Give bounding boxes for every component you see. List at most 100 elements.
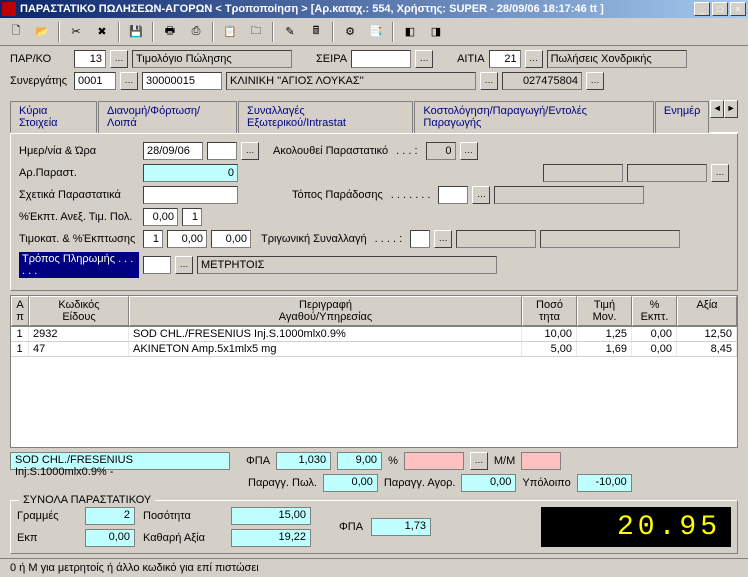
totals-fpa-label: ΦΠΑ — [339, 521, 363, 533]
tab-intra[interactable]: Συναλλαγές Εξωτερικού/Intrastat — [238, 101, 413, 133]
aitia-input[interactable] — [489, 50, 521, 68]
table-row: 1 2932 SOD CHL./FRESENIUS Inj.S.1000mlx0… — [11, 327, 737, 342]
tropos-label: Τρόπος Πληρωμής . . . . . . — [19, 252, 139, 278]
ypol: -10,00 — [577, 474, 632, 492]
seira-lookup[interactable]: … — [415, 50, 433, 68]
syn-lookup[interactable]: … — [120, 72, 138, 90]
tool1-icon[interactable]: ⚙ — [338, 21, 362, 43]
open-icon[interactable]: 📂 — [30, 21, 54, 43]
ekpt-anex2-input[interactable] — [182, 208, 202, 226]
col-price[interactable]: Τιμή Μον. — [577, 296, 632, 326]
arparast-input[interactable] — [143, 164, 238, 182]
pct-label: % — [388, 455, 398, 467]
topos-lookup[interactable]: … — [472, 186, 490, 204]
timokat3-input[interactable] — [211, 230, 251, 248]
tabs: Κύρια Στοιχεία Διανομή/Φόρτωση/Λοιπά Συν… — [10, 100, 738, 133]
new-icon[interactable]: 🗋 — [4, 21, 28, 43]
topos-input[interactable] — [438, 186, 468, 204]
syn-phone-btn[interactable]: … — [586, 72, 604, 90]
syn-code-input[interactable] — [74, 72, 116, 90]
seira-label: ΣΕΙΡΑ — [316, 53, 347, 65]
ekp-label: Εκπ — [17, 532, 77, 544]
time-input[interactable] — [207, 142, 237, 160]
mm-field — [521, 452, 561, 470]
tropos-code[interactable] — [143, 256, 171, 274]
tool2-icon[interactable]: 📑 — [364, 21, 388, 43]
parag: 0,00 — [461, 474, 516, 492]
date-label: Ημερ/νία & Ώρα — [19, 145, 139, 157]
date-lookup[interactable]: … — [241, 142, 259, 160]
seira-input[interactable] — [351, 50, 411, 68]
current-item-desc: SOD CHL./FRESENIUS Inj.S.1000mlx0.9% - — [10, 452, 230, 470]
timokat2-input[interactable] — [167, 230, 207, 248]
aitia-label: ΑΙΤΙΑ — [457, 53, 485, 65]
tropos-lookup[interactable]: … — [175, 256, 193, 274]
close-button[interactable]: × — [730, 2, 746, 16]
col-disc[interactable]: % Εκπτ. — [632, 296, 677, 326]
tab-dist[interactable]: Διανομή/Φόρτωση/Λοιπά — [98, 101, 237, 133]
timokat-label: Τιμοκατ. & %Έκπτωσης — [19, 233, 139, 245]
fpa-pct: 9,00 — [337, 452, 382, 470]
lines-val: 2 — [85, 507, 135, 525]
tab-main[interactable]: Κύρια Στοιχεία — [10, 101, 97, 133]
ekpt-anex-input[interactable] — [143, 208, 178, 226]
save-icon[interactable]: 💾 — [124, 21, 148, 43]
topos-desc — [494, 186, 644, 204]
trig-desc1 — [456, 230, 536, 248]
lines-label: Γραμμές — [17, 510, 77, 522]
follow-label: Ακολουθεί Παραστατικό — [273, 145, 388, 157]
syn-name-lookup[interactable]: … — [480, 72, 498, 90]
col-ap[interactable]: Α π — [11, 296, 29, 326]
col-code[interactable]: Κωδικός Είδους — [29, 296, 129, 326]
follow-desc-btn[interactable]: … — [711, 164, 729, 182]
app-icon — [2, 2, 16, 16]
tab-body: Ημερ/νία & Ώρα … Ακολουθεί Παραστατικό .… — [10, 133, 738, 291]
col-qty[interactable]: Ποσό τητα — [522, 296, 577, 326]
par-ko-lookup[interactable]: … — [110, 50, 128, 68]
syn-phone — [502, 72, 582, 90]
trig-lookup[interactable]: … — [434, 230, 452, 248]
delete-icon[interactable]: ✖ — [90, 21, 114, 43]
print-icon[interactable]: 🖶 — [158, 21, 182, 43]
syn-afm-input[interactable] — [142, 72, 222, 90]
col-val[interactable]: Αξία — [677, 296, 737, 326]
follow-desc1 — [543, 164, 623, 182]
tool3-icon[interactable]: ◧ — [398, 21, 422, 43]
cut-icon[interactable]: ✂ — [64, 21, 88, 43]
minimize-button[interactable]: _ — [694, 2, 710, 16]
table-row: 1 47 AKINETON Amp.5x1mlx5 mg 5,00 1,69 0… — [11, 342, 737, 357]
tool4-icon[interactable]: ◨ — [424, 21, 448, 43]
title-bar: ΠΑΡΑΣΤΑΤΙΚΟ ΠΩΛΗΣΕΩΝ-ΑΓΟΡΩΝ < Τροποποίησ… — [0, 0, 748, 18]
par-ko-input[interactable] — [74, 50, 106, 68]
fpa-label: ΦΠΑ — [246, 455, 270, 467]
maximize-button[interactable]: □ — [712, 2, 728, 16]
timokat1-input[interactable] — [143, 230, 163, 248]
qty-val: 15,00 — [231, 507, 311, 525]
trig-label: Τριγωνική Συναλλαγή — [261, 233, 367, 245]
follow-lookup[interactable]: … — [460, 142, 478, 160]
sxetika-input[interactable] — [143, 186, 238, 204]
par-ko-label: ΠΑΡ/ΚΟ — [10, 53, 70, 65]
fpa-val: 1,030 — [276, 452, 331, 470]
sxetika-label: Σχετικά Παραστατικά — [19, 189, 139, 201]
preview-icon[interactable]: ⎙ — [184, 21, 208, 43]
col-desc[interactable]: Περιγραφή Αγαθού/Υπηρεσίας — [129, 296, 522, 326]
tab-scroll-right[interactable]: ► — [724, 100, 738, 118]
parpwl: 0,00 — [323, 474, 378, 492]
tab-scroll-left[interactable]: ◄ — [710, 100, 724, 118]
edit-icon[interactable]: ✎ — [278, 21, 302, 43]
calc-icon[interactable]: 🖩 — [304, 21, 328, 43]
tab-upd[interactable]: Ενημέρ — [655, 101, 709, 133]
trig-input[interactable] — [410, 230, 430, 248]
ekp-val: 0,00 — [85, 529, 135, 547]
pink1-btn[interactable]: … — [470, 452, 488, 470]
follow-desc2 — [627, 164, 707, 182]
tab-cost[interactable]: Κοστολόγηση/Παραγωγή/Εντολές Παραγωγής — [414, 101, 653, 133]
copy-icon[interactable]: 📋 — [218, 21, 242, 43]
parag-label: Παραγγ. Αγορ. — [384, 477, 456, 489]
totals-legend: ΣΥΝΟΛΑ ΠΑΡΑΣΤΑΤΙΚΟΥ — [19, 494, 155, 506]
folder-icon[interactable]: 🗀 — [244, 21, 268, 43]
grid-body[interactable]: 1 2932 SOD CHL./FRESENIUS Inj.S.1000mlx0… — [11, 327, 737, 447]
date-input[interactable] — [143, 142, 203, 160]
aitia-lookup[interactable]: … — [525, 50, 543, 68]
